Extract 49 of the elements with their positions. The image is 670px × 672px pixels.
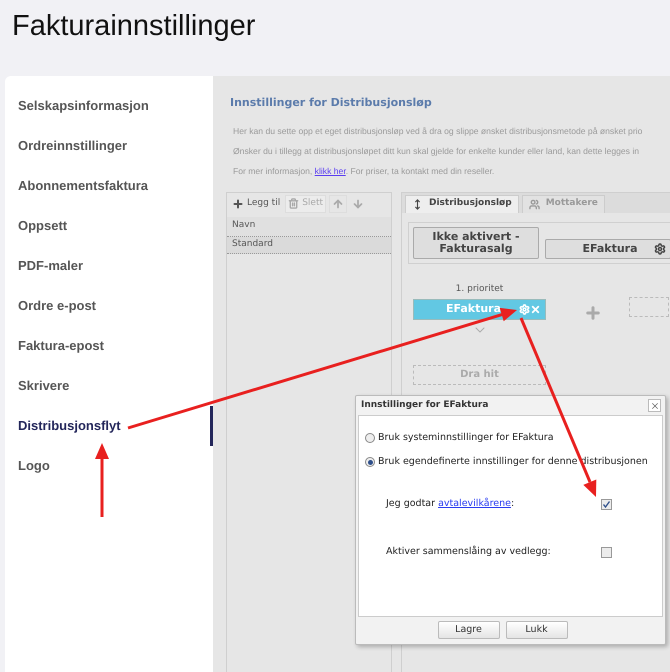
info-text: For mer informasjon, klikk her. For priser, ta kontakt med din reseller. [233,164,496,178]
tab[interactable]: Distribusjonsløp [405,194,519,212]
method-button[interactable]: Ikke aktivert - Fakturasalg [413,226,539,258]
method-button[interactable]: EFaktura [545,238,670,258]
sidebar-item[interactable]: Abonnementsfaktura [5,166,213,206]
add-button[interactable]: Legg til [230,194,282,212]
drop-zone [629,296,669,316]
checkbox[interactable] [601,546,612,558]
sidebar-item[interactable]: PDF-maler [5,246,213,286]
plus-icon [232,198,244,210]
people-icon [528,198,540,210]
arrow-up-icon [332,198,344,210]
sidebar-item[interactable]: Faktura-epost [5,326,213,366]
intro-text: Ønsker du i tillegg at distribusjonsløpet ditt kun skal gjelde for enkelte kunder eller land, kan dette legges in [233,144,640,158]
gear-icon[interactable] [519,304,530,314]
close-icon [650,400,660,410]
option-label: Bruk systeminnstillinger for EFaktura [378,430,554,445]
sidebar-item[interactable]: Logo [5,446,213,486]
plus-icon[interactable] [584,304,602,322]
sidebar-item[interactable]: Selskapsinformasjon [5,86,213,126]
dialog-button[interactable]: Lagre [438,621,500,639]
radio-button[interactable] [365,457,375,467]
close-icon[interactable] [530,304,541,314]
radio-button[interactable] [365,433,375,443]
sidebar-item[interactable]: Skrivere [5,366,213,406]
sidebar-item[interactable]: Oppsett [5,206,213,246]
page-title: Fakturainnstillinger [12,9,256,44]
dialog-title: Innstillinger for EFaktura [361,398,488,412]
drop-zone: Dra hit [413,364,546,384]
sidebar-item[interactable]: Ordre e-post [5,286,213,326]
info-link[interactable]: klikk her [314,166,346,176]
sidebar-item[interactable]: Ordreinnstillinger [5,126,213,166]
table-row[interactable]: Standard [227,236,391,254]
checkbox[interactable] [601,498,612,510]
intro-text: Her kan du sette opp et eget distribusjonsløp ved å dra og slippe ønsket distribusjonsmetode på ønsket prio [233,124,644,138]
priority-label: 1. prioritet [456,282,504,296]
close-button[interactable] [648,399,661,412]
section-title: Innstillinger for Distribusjonsløp [230,95,433,111]
terms-link[interactable]: avtalevilkårene [438,498,512,509]
setting-label: Aktiver sammenslåing av vedlegg: [386,544,552,559]
setting-label: Jeg godtar avtalevilkårene: [386,496,516,511]
column-header: Navn [227,216,391,236]
trash-icon [288,198,300,209]
arrow-down-icon [352,198,364,210]
vertical-arrows-icon [412,198,423,210]
gear-icon [654,242,666,254]
dialog-button[interactable]: Lukk [506,621,568,639]
move-up-button[interactable] [329,194,348,212]
option-label: Bruk egendefinerte innstillinger for denne distribusjonen [378,454,648,469]
